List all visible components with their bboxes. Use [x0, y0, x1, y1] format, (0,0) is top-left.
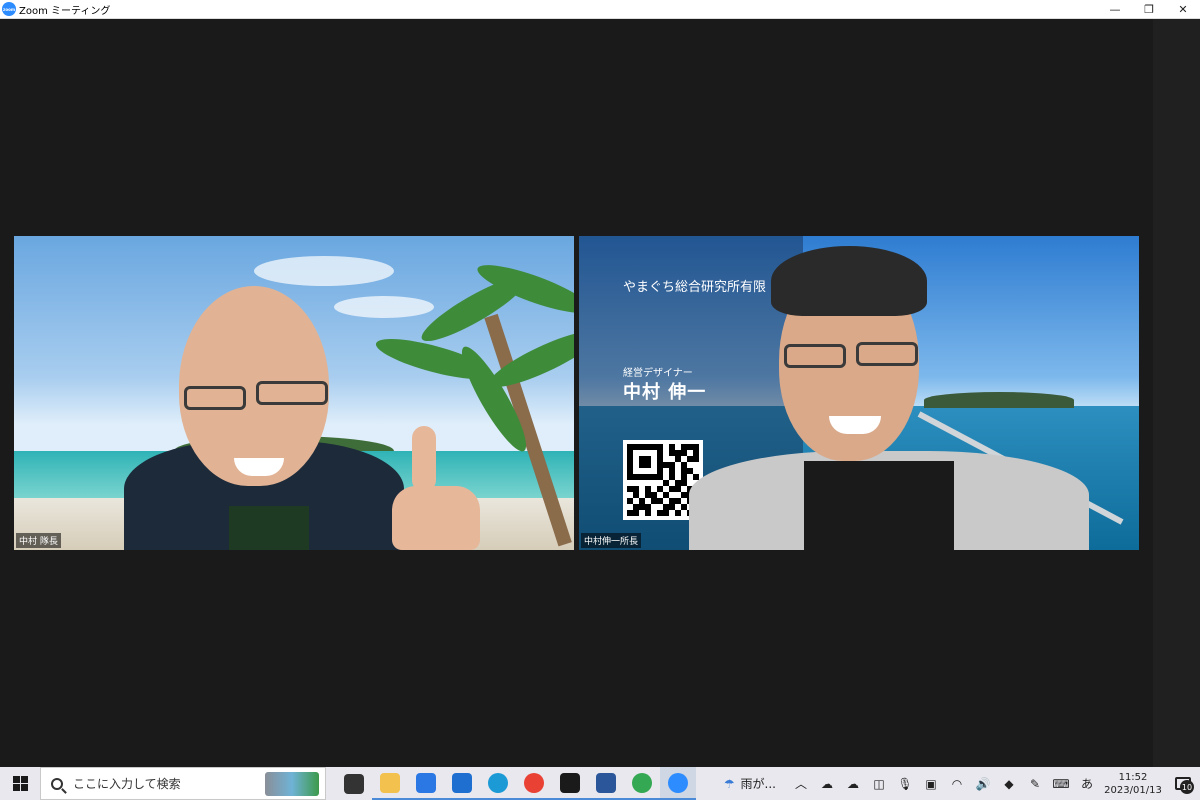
person-name: 中村 伸一: [623, 382, 707, 403]
microsoft-store-icon: [416, 772, 436, 793]
person-shirt: [804, 461, 954, 550]
file-explorer-icon: [380, 772, 400, 793]
edge-taskbar-button[interactable]: [480, 767, 516, 800]
cloud-icon[interactable]: ☁: [840, 767, 866, 800]
notification-badge: 10: [1180, 780, 1194, 794]
close-button[interactable]: ✕: [1166, 0, 1200, 19]
zoom-logo-icon: zoom: [2, 2, 16, 16]
wifi-icon[interactable]: ◠: [944, 767, 970, 800]
minimize-button[interactable]: —: [1098, 0, 1132, 19]
webex-icon: [560, 772, 580, 793]
chrome-icon: [524, 772, 544, 793]
mail-taskbar-button[interactable]: [444, 767, 480, 800]
search-box[interactable]: ここに入力して検索: [40, 767, 326, 800]
task-view-icon: [344, 773, 364, 794]
start-button[interactable]: [0, 767, 40, 800]
word-taskbar-button[interactable]: [588, 767, 624, 800]
word-icon: [596, 772, 616, 793]
title-bar: zoom Zoom ミーティング — ❐ ✕: [0, 0, 1200, 19]
zoom-icon: [668, 772, 688, 793]
video-tile-1[interactable]: 中村 隊長: [14, 236, 574, 550]
search-placeholder: ここに入力して検索: [73, 777, 181, 791]
keyboard-icon[interactable]: ⌨: [1048, 767, 1074, 800]
glasses: [256, 381, 328, 405]
edge-icon: [488, 772, 508, 793]
chrome-taskbar-button[interactable]: [516, 767, 552, 800]
weather-widget[interactable]: ☂ 雨が...: [718, 775, 788, 792]
window-title: Zoom ミーティング: [19, 5, 111, 17]
chrome-2-taskbar-button[interactable]: [624, 767, 660, 800]
pen-icon[interactable]: ✎: [1022, 767, 1048, 800]
role-title: 経営デザイナー: [623, 368, 693, 379]
glasses: [784, 344, 846, 368]
hand: [392, 486, 480, 550]
display-icon[interactable]: ▣: [918, 767, 944, 800]
weather-text: 雨が...: [740, 777, 776, 791]
chevron-up-icon[interactable]: ︿: [788, 767, 814, 800]
notification-center-button[interactable]: 10: [1166, 767, 1200, 800]
onedrive-icon[interactable]: ☁: [814, 767, 840, 800]
chrome-2-icon: [632, 772, 652, 793]
person-hair: [771, 246, 927, 316]
pinned-apps: [336, 767, 696, 800]
dropbox-icon[interactable]: ◆: [996, 767, 1022, 800]
camera-icon[interactable]: ◫: [866, 767, 892, 800]
search-icon: [51, 777, 63, 790]
thumb: [412, 426, 436, 492]
cloud: [334, 296, 434, 318]
company-name: やまぐち総合研究所有限: [623, 280, 767, 295]
restore-button[interactable]: ❐: [1132, 0, 1166, 19]
person-shirt: [229, 506, 309, 550]
microsoft-store-taskbar-button[interactable]: [408, 767, 444, 800]
mail-icon: [452, 772, 472, 793]
island: [924, 392, 1074, 408]
clock[interactable]: 11:52 2023/01/13: [1100, 771, 1166, 797]
file-explorer-taskbar-button[interactable]: [372, 767, 408, 800]
side-panel: [1153, 19, 1200, 767]
cloud: [254, 256, 394, 286]
volume-icon[interactable]: 🔊: [970, 767, 996, 800]
tray-icons: ︿ ☁ ☁ ◫ 🎙 ▣ ◠ 🔊 ◆ ✎ ⌨: [788, 767, 1074, 800]
zoom-taskbar-button[interactable]: [660, 767, 696, 800]
clock-time: 11:52: [1118, 771, 1148, 783]
glasses: [856, 342, 918, 366]
participant-name-label: 中村 隊長: [16, 533, 61, 548]
ime-indicator[interactable]: あ: [1074, 767, 1100, 800]
video-tile-2[interactable]: やまぐち総合研究所有限 経営デザイナー 中村 伸一 関市 中村伸一所長: [579, 236, 1139, 550]
participant-name-label: 中村伸一所長: [581, 533, 642, 548]
mic-icon[interactable]: 🎙: [892, 767, 918, 800]
glasses: [184, 386, 246, 410]
system-tray: ☂ 雨が... ︿ ☁ ☁ ◫ 🎙 ▣ ◠ 🔊 ◆ ✎ ⌨ あ 11:52 2023/01/13 1…: [718, 767, 1200, 800]
task-view-taskbar-button[interactable]: [336, 767, 372, 800]
umbrella-icon: ☂: [723, 776, 735, 791]
windows-icon: [12, 776, 28, 791]
taskbar: ここに入力して検索 ☂ 雨が... ︿ ☁ ☁ ◫ 🎙 ▣ ◠ 🔊 ◆ ✎ ⌨ あ 11:52 20…: [0, 767, 1200, 800]
clock-date: 2023/01/13: [1104, 784, 1162, 796]
webex-taskbar-button[interactable]: [552, 767, 588, 800]
search-highlight-icon: [265, 771, 319, 796]
